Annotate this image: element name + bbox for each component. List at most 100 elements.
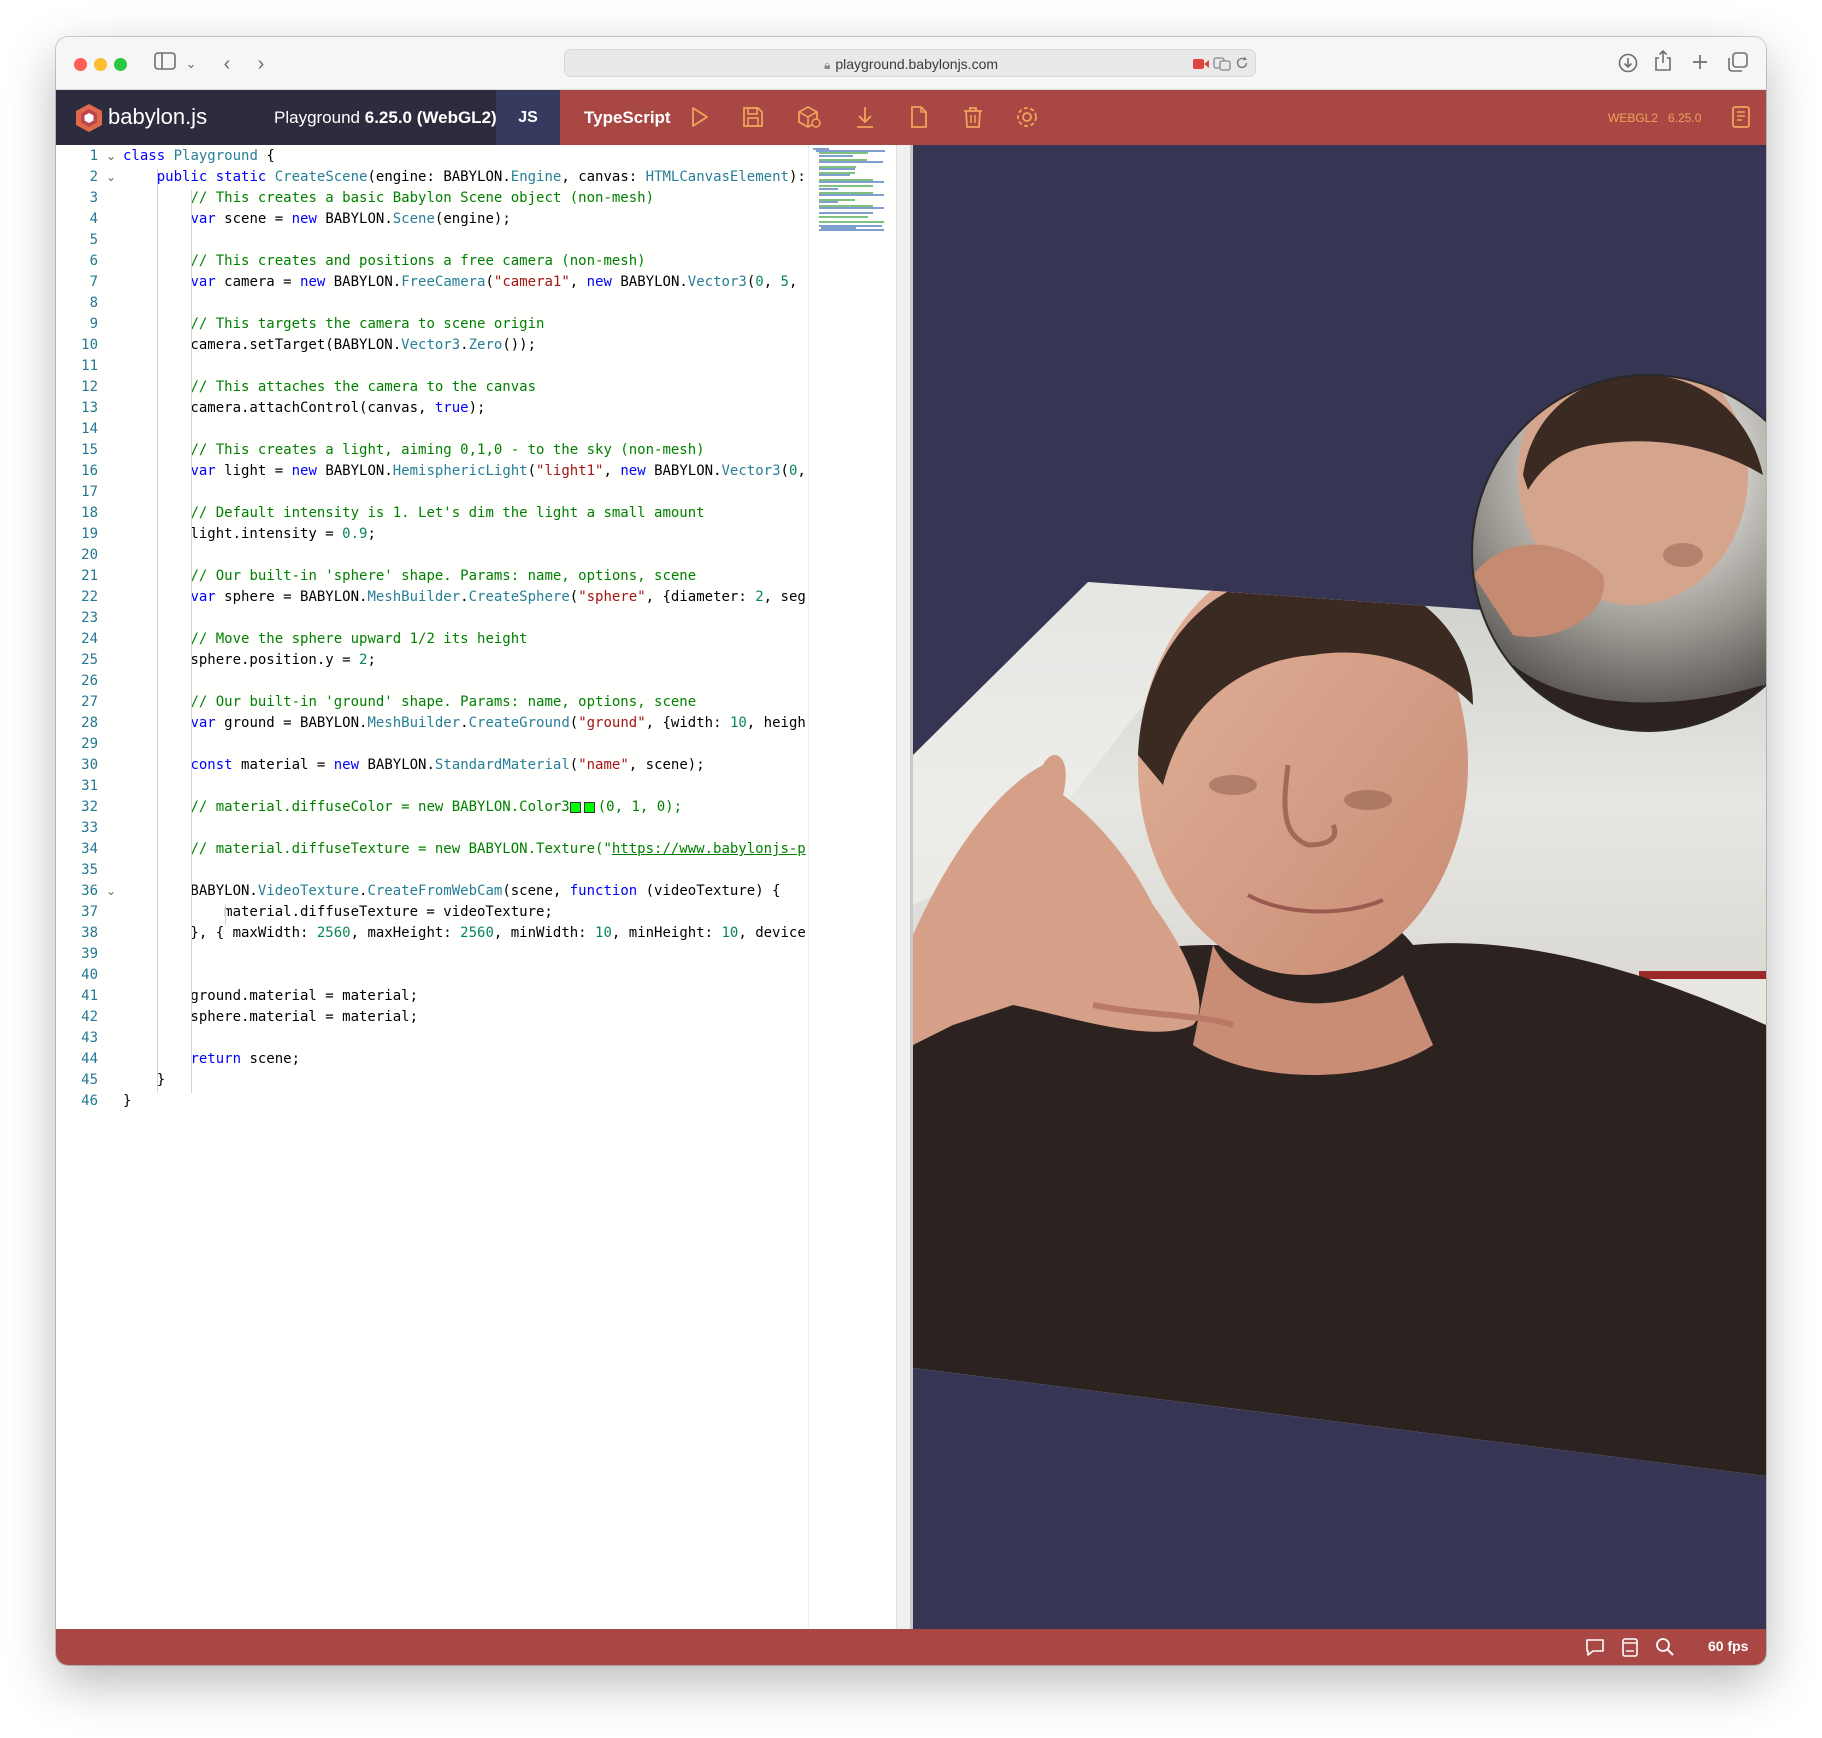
run-icon[interactable] (686, 104, 712, 130)
indent-guide (157, 169, 158, 1093)
code-line[interactable]: var camera = new BABYLON.FreeCamera("cam… (123, 274, 797, 290)
download-manager-icon[interactable] (1618, 53, 1638, 73)
line-number: 45 (81, 1072, 98, 1088)
code-line[interactable]: material.diffuseTexture = videoTexture; (123, 904, 553, 920)
code-line[interactable]: // This creates a basic Babylon Scene ob… (123, 190, 654, 206)
settings-icon[interactable] (1014, 104, 1040, 130)
code-line[interactable]: camera.setTarget(BABYLON.Vector3.Zero())… (123, 337, 536, 353)
line-number: 43 (81, 1030, 98, 1046)
code-line[interactable]: // This targets the camera to scene orig… (123, 316, 544, 332)
tab-js[interactable]: JS (496, 90, 560, 145)
code-line[interactable]: var light = new BABYLON.HemisphericLight… (123, 463, 805, 479)
indent-guide (191, 190, 192, 1093)
code-line[interactable]: sphere.material = material; (123, 1009, 418, 1025)
minimize-window-button[interactable] (94, 58, 107, 71)
fold-chevron-icon[interactable]: ⌄ (106, 149, 116, 163)
render-canvas[interactable] (913, 145, 1766, 1629)
inspector-icon[interactable] (796, 104, 822, 130)
forward-icon[interactable]: › (248, 51, 274, 77)
line-number: 15 (81, 442, 98, 458)
code-line[interactable]: } (123, 1093, 131, 1109)
close-window-button[interactable] (74, 58, 87, 71)
download-icon[interactable] (852, 104, 878, 130)
code-line[interactable]: return scene; (123, 1051, 300, 1067)
line-number: 1 (89, 148, 98, 164)
camera-recording-icon[interactable] (1193, 58, 1209, 70)
code-line[interactable]: }, { maxWidth: 2560, maxHeight: 2560, mi… (123, 925, 805, 941)
code-line[interactable]: camera.attachControl(canvas, true); (123, 400, 485, 416)
feedback-icon[interactable] (1584, 1636, 1606, 1658)
playground-version: 6.25.0 (WebGL2) (364, 108, 497, 127)
line-number: 17 (81, 484, 98, 500)
line-number: 21 (81, 568, 98, 584)
indent-guide (225, 904, 226, 925)
sidebar-toggle-icon[interactable] (152, 51, 178, 77)
line-number: 3 (89, 190, 98, 206)
code-minimap[interactable] (808, 145, 896, 1629)
chevron-down-icon[interactable]: ⌄ (178, 51, 204, 77)
translate-icon[interactable] (1213, 57, 1231, 71)
code-line[interactable]: var sphere = BABYLON.MeshBuilder.CreateS… (123, 589, 805, 605)
code-line[interactable]: // Our built-in 'ground' shape. Params: … (123, 694, 696, 710)
minimap-line (818, 181, 885, 183)
code-line[interactable]: // Our built-in 'sphere' shape. Params: … (123, 568, 696, 584)
color-swatch-icon[interactable] (583, 801, 595, 813)
version-label: 6.25.0 (1668, 111, 1702, 125)
save-icon[interactable] (740, 104, 766, 130)
new-icon[interactable] (906, 104, 932, 130)
line-number: 37 (81, 904, 98, 920)
browser-window: ⌄ ‹ › 🔒︎ playground.babylonjs.com babylon… (56, 37, 1766, 1665)
tab-overview-icon[interactable] (1728, 52, 1748, 72)
search-icon[interactable] (1654, 1636, 1676, 1658)
code-line[interactable]: sphere.position.y = 2; (123, 652, 375, 668)
line-number: 20 (81, 547, 98, 563)
line-number: 46 (81, 1093, 98, 1109)
code-line[interactable]: // material.diffuseColor = new BABYLON.C… (123, 799, 682, 815)
examples-icon[interactable] (1728, 104, 1754, 130)
share-icon[interactable] (1654, 50, 1672, 72)
new-tab-icon[interactable] (1692, 54, 1708, 70)
docs-icon[interactable] (1619, 1636, 1641, 1658)
code-line[interactable]: light.intensity = 0.9; (123, 526, 375, 542)
line-number: 27 (81, 694, 98, 710)
lock-icon: 🔒︎ (823, 58, 831, 72)
code-line[interactable]: // Default intensity is 1. Let's dim the… (123, 505, 704, 521)
code-line[interactable]: var ground = BABYLON.MeshBuilder.CreateG… (123, 715, 805, 731)
code-line[interactable]: // Move the sphere upward 1/2 its height (123, 631, 527, 647)
color-swatch-icon[interactable] (569, 801, 581, 813)
line-number: 36 (81, 883, 98, 899)
code-line[interactable]: // material.diffuseTexture = new BABYLON… (123, 841, 805, 857)
line-number: 9 (89, 316, 98, 332)
code-line[interactable]: const material = new BABYLON.StandardMat… (123, 757, 704, 773)
minimap-line (818, 229, 885, 232)
minimap-line (818, 220, 885, 223)
line-number: 14 (81, 421, 98, 437)
code-line[interactable]: ground.material = material; (123, 988, 418, 1004)
code-editor[interactable]: 1 ⌄ 2 ⌄ 3 4 5 6 7 8 9 10 11 12 13 14 15 16 17 18 19 20 21 22 23 2… (56, 145, 896, 1629)
minimap-line (818, 154, 853, 157)
tab-typescript[interactable]: TypeScript (584, 108, 671, 128)
code-area[interactable]: class Playground { public static CreateS… (123, 145, 865, 1629)
line-number: 35 (81, 862, 98, 878)
code-line[interactable]: class Playground { (123, 148, 275, 164)
zoom-window-button[interactable] (114, 58, 127, 71)
code-line[interactable]: public static CreateScene(engine: BABYLO… (123, 169, 806, 185)
code-line[interactable]: // This creates a light, aiming 0,1,0 - … (123, 442, 704, 458)
fold-chevron-icon[interactable]: ⌄ (106, 884, 116, 898)
line-number: 23 (81, 610, 98, 626)
line-number: 26 (81, 673, 98, 689)
playground-header: babylon.js Playground 6.25.0 (WebGL2) JS… (56, 90, 1766, 145)
back-icon[interactable]: ‹ (214, 51, 240, 77)
code-line[interactable]: // This attaches the camera to the canva… (123, 379, 536, 395)
code-line[interactable]: // This creates and positions a free cam… (123, 253, 645, 269)
code-line[interactable]: } (123, 1072, 165, 1088)
line-number: 38 (81, 925, 98, 941)
code-line[interactable]: var scene = new BABYLON.Scene(engine); (123, 211, 510, 227)
reload-icon[interactable] (1235, 56, 1249, 70)
babylon-logo-icon (76, 104, 102, 132)
editor-scrollbar[interactable] (896, 145, 910, 1629)
fold-chevron-icon[interactable]: ⌄ (106, 170, 116, 184)
clear-icon[interactable] (960, 104, 986, 130)
code-line[interactable]: BABYLON.VideoTexture.CreateFromWebCam(sc… (123, 883, 780, 899)
address-bar[interactable]: 🔒︎ playground.babylonjs.com (564, 49, 1256, 77)
